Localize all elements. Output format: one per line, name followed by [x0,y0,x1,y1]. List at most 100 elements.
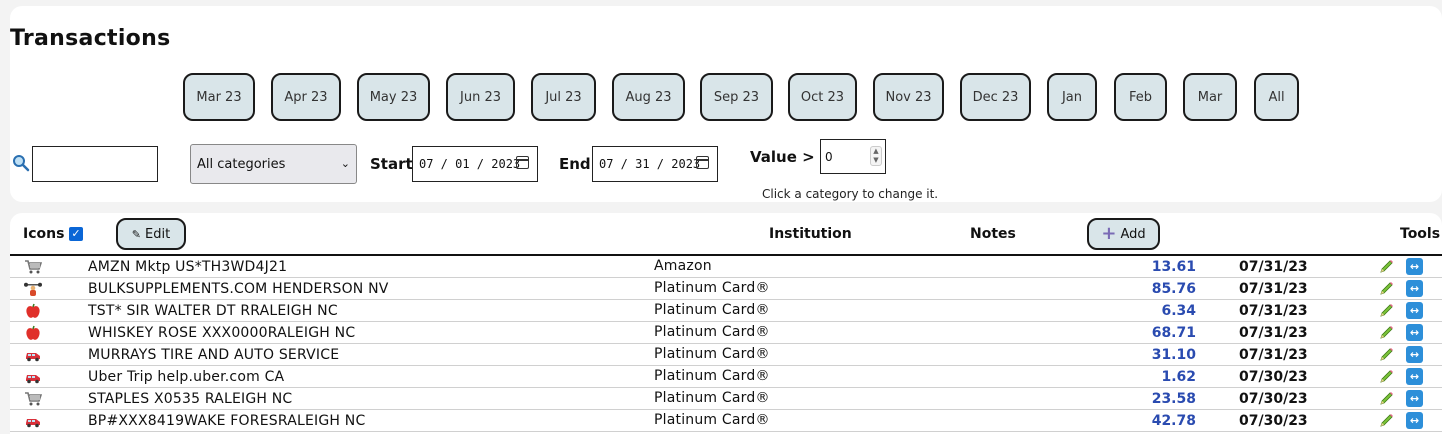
month-button[interactable]: Mar [1183,73,1237,121]
car-icon[interactable] [24,347,42,363]
category-select[interactable]: All categories ⌄ [190,144,357,184]
swap-icon[interactable]: ↔ [1406,280,1423,297]
page-title: Transactions [10,26,171,51]
month-button[interactable]: All [1254,73,1299,121]
transaction-amount: 13.61 [1151,259,1196,275]
weightlifter-icon[interactable] [24,281,42,297]
month-button[interactable]: Sep 23 [700,73,773,121]
table-row[interactable]: Uber Trip help.uber.com CA Platinum Card®… [10,366,1442,388]
transaction-institution: Platinum Card® [654,368,770,384]
table-row[interactable]: MURRAYS TIRE AND AUTO SERVICE Platinum Ca… [10,344,1442,366]
transaction-amount: 85.76 [1151,281,1196,297]
category-hint: Click a category to change it. [762,187,939,201]
pencil-icon: ✎ [131,227,142,241]
swap-icon[interactable]: ↔ [1406,390,1423,407]
transaction-institution: Platinum Card® [654,280,770,296]
swap-icon[interactable]: ↔ [1406,324,1423,341]
month-button[interactable]: Oct 23 [788,73,857,121]
transaction-date: 07/31/23 [1239,303,1308,319]
transaction-date: 07/31/23 [1239,325,1308,341]
apple-icon[interactable] [24,303,42,319]
transaction-date: 07/30/23 [1239,369,1308,385]
transaction-description: TST* SIR WALTER DT RRALEIGH NC [88,303,338,319]
month-button[interactable]: Dec 23 [960,73,1031,121]
transaction-amount: 1.62 [1161,369,1196,385]
transaction-date: 07/31/23 [1239,281,1308,297]
pencil-icon[interactable] [1378,303,1394,319]
pencil-icon[interactable] [1378,347,1394,363]
month-button[interactable]: Feb [1114,73,1167,121]
apple-icon[interactable] [24,325,42,341]
pencil-icon[interactable] [1378,281,1394,297]
cart-icon[interactable] [24,259,43,275]
category-select-value: All categories [197,156,286,172]
transaction-date: 07/31/23 [1239,259,1308,275]
start-date-value: 07 / 01 / 2023 [419,157,521,171]
swap-icon[interactable]: ↔ [1406,368,1423,385]
month-button[interactable]: Jan [1047,73,1097,121]
calendar-icon[interactable] [696,156,709,169]
start-date-input[interactable]: 07 / 01 / 2023 [412,146,538,182]
month-button[interactable]: Apr 23 [271,73,341,121]
add-button[interactable]: + Add [1087,218,1160,250]
transaction-institution: Platinum Card® [654,302,770,318]
month-button[interactable]: Jul 23 [531,73,596,121]
table-row[interactable]: STAPLES X0535 RALEIGH NC Platinum Card® 23… [10,388,1442,410]
transaction-date: 07/31/23 [1239,347,1308,363]
car-icon[interactable] [24,413,42,429]
transaction-description: AMZN Mktp US*TH3WD4J21 [88,259,288,275]
transaction-amount: 6.34 [1161,303,1196,319]
pencil-icon[interactable] [1378,259,1394,275]
transaction-institution: Platinum Card® [654,390,770,406]
transaction-date: 07/30/23 [1239,391,1308,407]
tools-header: Tools [1400,226,1441,242]
swap-icon[interactable]: ↔ [1406,302,1423,319]
transaction-description: Uber Trip help.uber.com CA [88,369,285,385]
value-input[interactable]: 0 ▲ ▼ [820,139,886,174]
value-input-value: 0 [825,149,833,164]
month-button[interactable]: Aug 23 [612,73,685,121]
transaction-date: 07/30/23 [1239,413,1308,429]
table-row[interactable]: TST* SIR WALTER DT RRALEIGH NC Platinum C… [10,300,1442,322]
icons-checkbox[interactable]: ✓ [69,227,83,241]
car-icon[interactable] [24,369,42,385]
swap-icon[interactable]: ↔ [1406,258,1423,275]
transaction-institution: Platinum Card® [654,324,770,340]
transaction-institution: Platinum Card® [654,412,770,428]
table-row[interactable]: BULKSUPPLEMENTS.COM HENDERSON NV Platinum… [10,278,1442,300]
value-label: Value > [750,148,815,166]
table-row[interactable]: WHISKEY ROSE XXX0000RALEIGH NC Platinum C… [10,322,1442,344]
search-input[interactable] [32,146,158,182]
month-button[interactable]: Mar 23 [183,73,255,121]
transaction-description: STAPLES X0535 RALEIGH NC [88,391,293,407]
pencil-icon[interactable] [1378,369,1394,385]
pencil-icon[interactable] [1378,325,1394,341]
pencil-icon[interactable] [1378,413,1394,429]
transaction-amount: 68.71 [1151,325,1196,341]
notes-header: Notes [970,226,1016,242]
cart-icon[interactable] [24,391,43,407]
search-icon [13,155,30,172]
pencil-icon[interactable] [1378,391,1394,407]
icons-header: Icons [23,226,65,242]
add-button-label: Add [1120,226,1146,242]
month-button[interactable]: Jun 23 [446,73,515,121]
edit-button[interactable]: ✎ Edit [116,218,186,250]
stepper-icon[interactable]: ▲ ▼ [870,146,882,166]
table-row[interactable]: BP#XXX8419WAKE FORESRALEIGH NC Platinum C… [10,410,1442,432]
institution-header: Institution [769,226,852,242]
transaction-description: MURRAYS TIRE AND AUTO SERVICE [88,347,340,363]
transaction-description: BULKSUPPLEMENTS.COM HENDERSON NV [88,281,389,297]
end-date-input[interactable]: 07 / 31 / 2023 [592,146,718,182]
table-row[interactable]: AMZN Mktp US*TH3WD4J21 Amazon 13.61 07/31/2… [10,256,1442,278]
swap-icon[interactable]: ↔ [1406,412,1423,429]
plus-icon: + [1101,223,1117,244]
edit-button-label: Edit [145,226,171,242]
chevron-down-icon: ⌄ [340,157,350,170]
swap-icon[interactable]: ↔ [1406,346,1423,363]
transaction-institution: Amazon [654,258,712,274]
month-button[interactable]: Nov 23 [873,73,944,121]
month-button[interactable]: May 23 [357,73,430,121]
calendar-icon[interactable] [516,156,529,169]
transaction-amount: 31.10 [1151,347,1196,363]
